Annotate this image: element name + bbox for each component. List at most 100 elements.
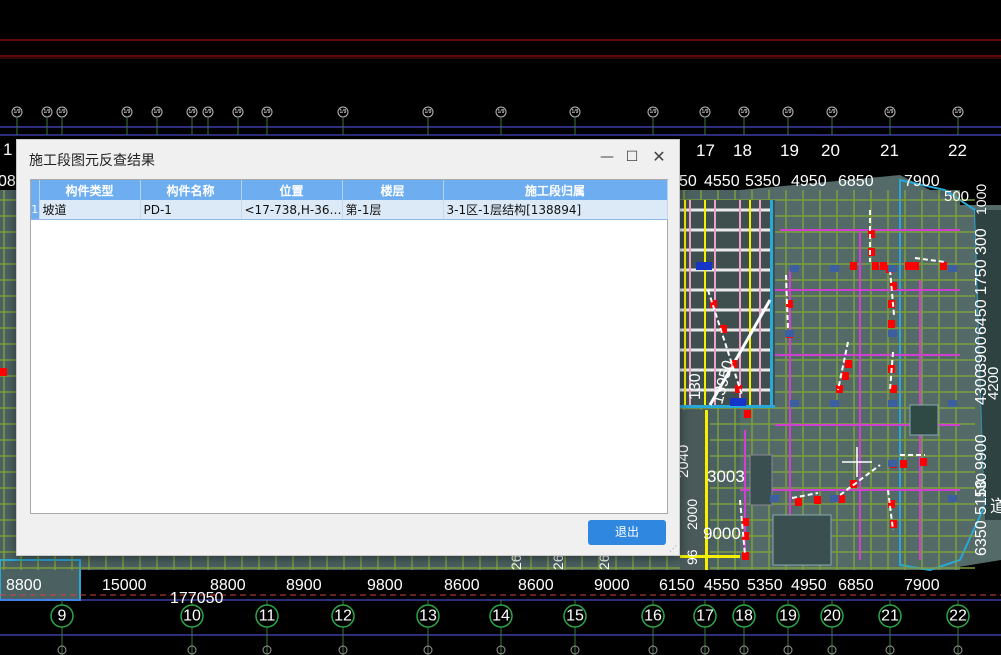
results-grid[interactable]: 构件类型 构件名称 位置 楼层 施工段归属 1 坡道 PD-1 <17-738,… bbox=[30, 179, 668, 514]
cell-name[interactable]: PD-1 bbox=[140, 200, 242, 220]
top-axis-label: 18 bbox=[733, 141, 752, 160]
axis-bubble-label: 1/9 bbox=[572, 109, 579, 115]
bottom-dim: 4550 bbox=[704, 577, 740, 594]
bottom-dim: 6850 bbox=[838, 577, 874, 594]
column-header-floor[interactable]: 楼层 bbox=[342, 180, 444, 200]
row-number: 1 bbox=[31, 200, 40, 220]
bottom-dim: 8800 bbox=[6, 577, 42, 594]
right-dim: 1750 bbox=[973, 259, 990, 295]
cell-segment[interactable]: 3-1区-1层结构[138894] bbox=[443, 200, 668, 220]
axis-bubble-label: 1/9 bbox=[264, 109, 271, 115]
right-dim: 300 bbox=[973, 228, 990, 255]
bottom-rotated: 26 bbox=[550, 554, 566, 570]
axis-bubble-label: 1/9 bbox=[955, 109, 962, 115]
bottom-dim: 9000 bbox=[594, 577, 630, 594]
top-dim: 5350 bbox=[745, 173, 781, 190]
minimize-icon[interactable]: — bbox=[595, 146, 619, 168]
top-axis-label: 21 bbox=[880, 141, 899, 160]
column-header-type[interactable]: 构件类型 bbox=[39, 180, 141, 200]
axis-bubble-label: 1/9 bbox=[650, 109, 657, 115]
reverse-lookup-dialog: 施工段图元反查结果 — ☐ ✕ 构件类型 构件名称 位置 楼层 施工段归属 1 … bbox=[16, 139, 680, 556]
maximize-icon[interactable]: ☐ bbox=[620, 146, 644, 168]
cell-position[interactable]: <17-738,H-36… bbox=[241, 200, 343, 220]
top-dim: 4950 bbox=[791, 173, 827, 190]
axis-bubble-label: 9 bbox=[58, 608, 67, 625]
top-axis-label: 22 bbox=[948, 141, 967, 160]
inner-text: 9000 bbox=[703, 524, 741, 543]
axis-bubble-label: 18 bbox=[735, 608, 753, 625]
top-dim: 7900 bbox=[904, 173, 940, 190]
right-edge-label: 道 bbox=[990, 497, 1001, 516]
bottom-dim: 4950 bbox=[791, 577, 827, 594]
axis-bubble-label: 11 bbox=[259, 608, 276, 625]
axis-bubble-label: 1/9 bbox=[340, 109, 347, 115]
right-dim: 6450 bbox=[973, 299, 990, 335]
resize-grip-icon[interactable]: ⋰ bbox=[669, 545, 677, 553]
axis-bubble-label: 1/9 bbox=[14, 109, 21, 115]
axis-bubble-label: 15 bbox=[566, 608, 584, 625]
axis-bubble-label: 22 bbox=[949, 608, 967, 625]
bottom-rotated: 26 bbox=[596, 554, 612, 570]
bottom-dim: 6150 bbox=[659, 577, 695, 594]
bottom-dim: 8600 bbox=[444, 577, 480, 594]
column-header-position[interactable]: 位置 bbox=[241, 180, 343, 200]
bottom-dim: 8600 bbox=[518, 577, 554, 594]
bottom-dim: 7900 bbox=[904, 577, 940, 594]
axis-bubble-label: 20 bbox=[823, 608, 841, 625]
top-dim: 6850 bbox=[838, 173, 874, 190]
axis-bubble-label: 13 bbox=[419, 608, 437, 625]
axis-bubble-label: 14 bbox=[492, 608, 510, 625]
axis-bubble-label: 12 bbox=[334, 608, 352, 625]
right-dim: 4200 bbox=[985, 367, 1001, 400]
axis-bubble-label: 1/9 bbox=[124, 109, 131, 115]
table-row[interactable]: 1 坡道 PD-1 <17-738,H-36… 第-1层 3-1区-1层结构[1… bbox=[31, 200, 668, 220]
cell-type[interactable]: 坡道 bbox=[39, 200, 141, 220]
axis-bubble-label: 1/9 bbox=[425, 109, 432, 115]
table-header-row: 构件类型 构件名称 位置 楼层 施工段归属 bbox=[31, 180, 668, 200]
bottom-dim: 9800 bbox=[367, 577, 403, 594]
top-dim: 4550 bbox=[704, 173, 740, 190]
results-table: 构件类型 构件名称 位置 楼层 施工段归属 1 坡道 PD-1 <17-738,… bbox=[31, 180, 668, 220]
bottom-dim: 15000 bbox=[102, 577, 147, 594]
right-dim: 1000 bbox=[973, 184, 989, 215]
axis-bubble-label: 1/9 bbox=[59, 109, 66, 115]
inner-text: 130 bbox=[687, 373, 704, 400]
axis-bubble-label: 21 bbox=[881, 608, 899, 625]
top-dim: 50 bbox=[679, 173, 697, 190]
inner-text: 96 bbox=[684, 549, 700, 565]
axis-bubble-label: 1/9 bbox=[189, 109, 196, 115]
right-dim: 9900 bbox=[973, 434, 990, 470]
axis-bubble-label: 1/9 bbox=[741, 109, 748, 115]
row-number-header bbox=[31, 180, 40, 200]
close-icon[interactable]: ✕ bbox=[647, 146, 671, 168]
cell-floor[interactable]: 第-1层 bbox=[342, 200, 444, 220]
axis-bubble-label: 1/9 bbox=[829, 109, 836, 115]
bottom-rotated: 26 bbox=[508, 554, 524, 570]
top-edge-label: 1 bbox=[3, 140, 12, 159]
bottom-total: 177050 bbox=[170, 590, 223, 607]
top-axis-label: 19 bbox=[780, 141, 799, 160]
top-right-dim: 500 bbox=[944, 188, 969, 205]
axis-bubble-label: 1/9 bbox=[154, 109, 161, 115]
bottom-dim: 8900 bbox=[286, 577, 322, 594]
top-edge-label-left: 08 bbox=[0, 173, 16, 190]
top-axis-label: 17 bbox=[696, 141, 715, 160]
dialog-title: 施工段图元反查结果 bbox=[29, 153, 155, 169]
exit-button[interactable]: 退出 bbox=[588, 520, 666, 545]
axis-bubble-label: 10 bbox=[183, 608, 201, 625]
inner-text: 2000 bbox=[684, 499, 700, 530]
axis-bubble-label: 1/9 bbox=[44, 109, 51, 115]
axis-bubble-label: 17 bbox=[696, 608, 714, 625]
axis-bubble-label: 19 bbox=[779, 608, 797, 625]
axis-bubble-label: 1/9 bbox=[702, 109, 709, 115]
column-header-segment[interactable]: 施工段归属 bbox=[443, 180, 668, 200]
axis-bubble-label: 1/9 bbox=[887, 109, 894, 115]
column-header-name[interactable]: 构件名称 bbox=[140, 180, 242, 200]
axis-bubble-label: 16 bbox=[644, 608, 662, 625]
axis-bubble-label: 1/9 bbox=[235, 109, 242, 115]
inner-text: 3003 bbox=[707, 467, 745, 486]
bottom-dim: 5350 bbox=[747, 577, 783, 594]
axis-bubble-label: 1/9 bbox=[785, 109, 792, 115]
right-dim: 130 bbox=[973, 473, 990, 498]
top-axis-label: 20 bbox=[821, 141, 840, 160]
